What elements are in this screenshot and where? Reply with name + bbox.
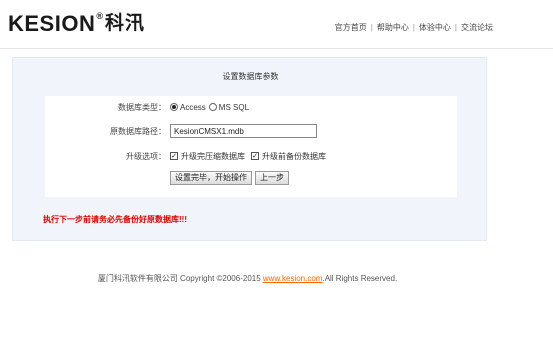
mssql-radio-label[interactable]: MS SQL (219, 103, 249, 112)
panel-title: 设置数据库参数 (222, 72, 279, 81)
header: KESION ® 科汛 官方首页 | 帮助中心 | 体验中心 | 交流论坛 (0, 0, 553, 48)
db-path-field (170, 124, 317, 138)
db-path-label: 原数据库路径： (110, 126, 166, 136)
footer-website-link[interactable]: www.kesion.com (263, 274, 323, 283)
logo-text: KESION (8, 11, 96, 36)
upgrade-options-field: ✓ 升级完压缩数据库 ✓ 升级前备份数据库 (170, 151, 332, 162)
logo-chinese-name: 科汛 (105, 13, 146, 34)
backup-db-label[interactable]: 升级前备份数据库 (262, 151, 326, 162)
registered-mark: ® (96, 11, 103, 21)
db-path-input[interactable] (170, 124, 317, 138)
mssql-radio[interactable] (208, 103, 217, 111)
footer: 厦门科汛软件有限公司 Copyright ©2006-2015 www.kesi… (0, 273, 495, 284)
db-type-row: 数据库类型： Access MS SQL (45, 99, 457, 115)
nav-home[interactable]: 官方首页 (331, 22, 371, 33)
db-path-row: 原数据库路径： (45, 123, 457, 139)
backup-warning: 执行下一步前请务必先备份好原数据库!!! (43, 215, 187, 224)
compress-db-label[interactable]: 升级完压缩数据库 (181, 151, 245, 162)
upgrade-options-row: 升级选项： ✓ 升级完压缩数据库 ✓ 升级前备份数据库 (45, 148, 457, 164)
access-radio[interactable] (170, 103, 178, 111)
db-type-field: Access MS SQL (170, 103, 252, 112)
settings-form: 数据库类型： Access MS SQL 原数据库路径： 升级选项： ✓ 升级完… (45, 96, 457, 197)
nav-experience-center[interactable]: 体验中心 (415, 22, 455, 33)
action-buttons-row: 设置完毕，开始操作 上一步 (45, 170, 457, 186)
compress-db-checkbox[interactable]: ✓ (170, 152, 178, 160)
backup-db-checkbox[interactable]: ✓ (251, 152, 259, 160)
nav-forum[interactable]: 交流论坛 (457, 22, 497, 33)
action-buttons: 设置完毕，开始操作 上一步 (170, 171, 292, 185)
access-radio-label[interactable]: Access (180, 103, 206, 112)
top-navigation: 官方首页 | 帮助中心 | 体验中心 | 交流论坛 (331, 22, 497, 33)
start-operation-button[interactable]: 设置完毕，开始操作 (170, 171, 252, 185)
footer-copyright: 厦门科汛软件有限公司 Copyright ©2006-2015 (97, 274, 263, 283)
upgrade-options-label: 升级选项： (126, 151, 166, 161)
settings-panel: 设置数据库参数 数据库类型： Access MS SQL 原数据库路径： 升级选… (12, 57, 487, 241)
footer-rights: .All Rights Reserved. (322, 274, 398, 283)
db-type-label: 数据库类型： (118, 102, 166, 112)
nav-help-center[interactable]: 帮助中心 (373, 22, 413, 33)
kesion-logo[interactable]: KESION ® 科汛 (8, 11, 146, 39)
previous-step-button[interactable]: 上一步 (255, 171, 289, 185)
header-divider (0, 48, 553, 49)
